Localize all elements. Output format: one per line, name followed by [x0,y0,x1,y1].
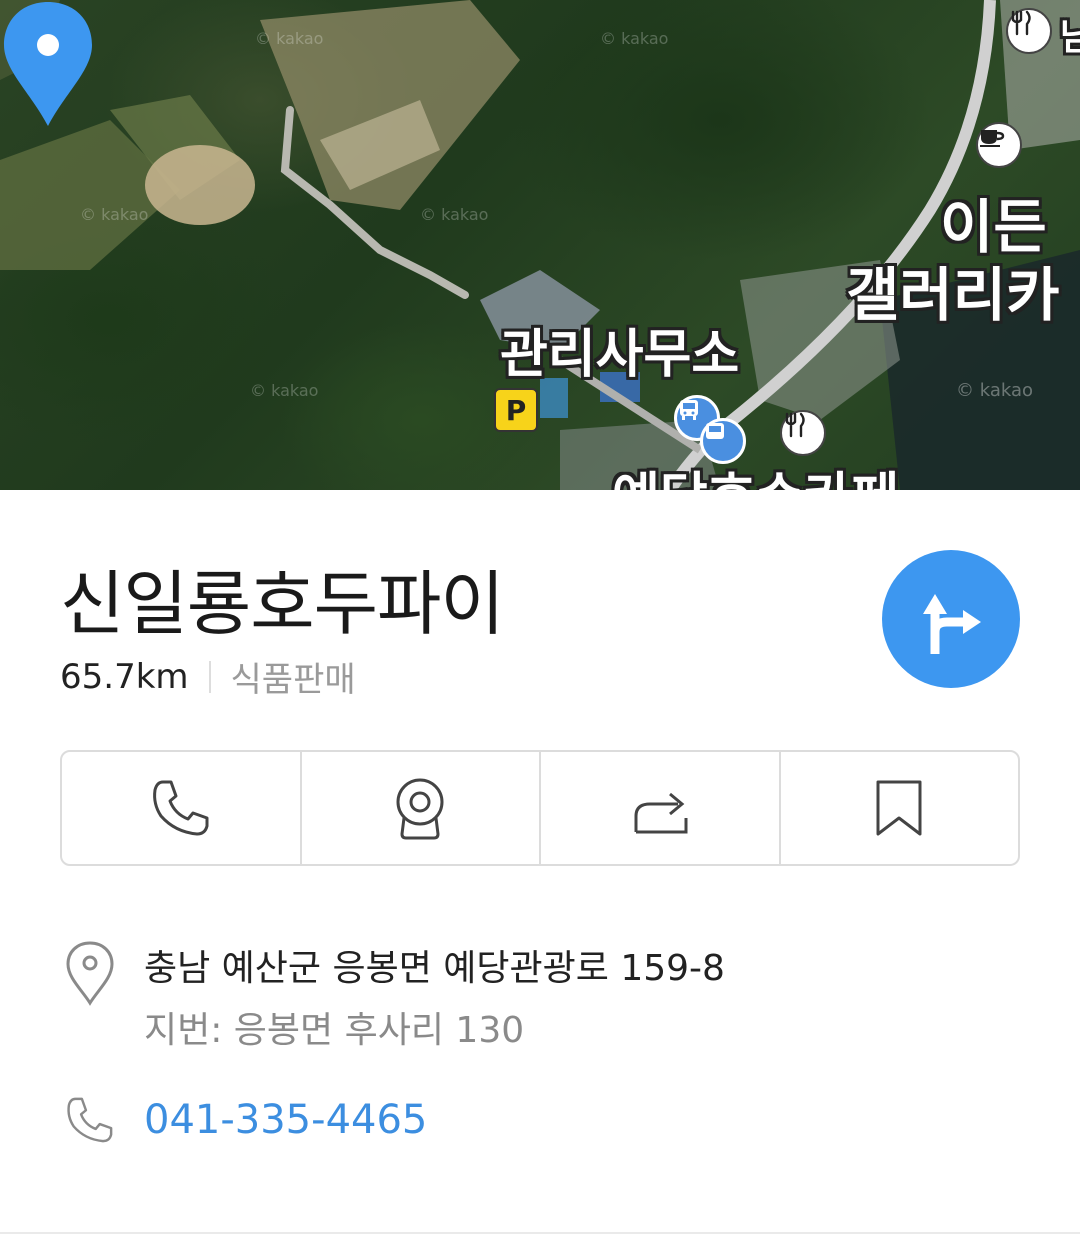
map-watermark: © kakao [600,29,668,48]
restaurant-icon[interactable] [1006,8,1052,54]
map-watermark: © kakao [255,29,323,48]
restaurant-icon[interactable] [780,410,826,456]
location-marker-icon [60,940,120,1062]
phone-number-link[interactable]: 041-335-4465 [144,1097,427,1143]
share-button[interactable] [541,752,781,864]
place-meta: 65.7km 식품판매 [60,652,356,701]
parking-icon[interactable]: P [494,388,538,432]
map-watermark: © kakao [956,380,1033,401]
map-label-office: 관리사무소 [500,325,740,385]
distance-label: 65.7km [60,656,189,697]
action-bar [60,750,1020,866]
roadview-button[interactable] [302,752,541,864]
lot-address: 지번: 응봉면 후사리 130 [144,1010,525,1051]
location-pin-icon[interactable] [0,0,96,128]
phone-icon [60,1094,120,1146]
map-watermark: © kakao [420,205,488,224]
map-label-gallery-2: 갤러리카 [846,261,1060,329]
roadview-camera-icon [396,778,444,840]
place-title: 신일룡호두파이 [60,563,505,645]
map-watermark: © kakao [250,381,318,400]
satellite-map[interactable]: © kakao © kakao © kakao © kakao © kakao … [0,0,1080,490]
phone-icon [152,780,209,836]
map-terrain: © kakao © kakao © kakao © kakao © kakao … [0,0,1080,490]
divider [0,1232,1080,1234]
call-button[interactable] [62,752,302,864]
map-label-partial: 남 [1060,17,1080,58]
phone-section: 041-335-4465 [60,1094,427,1146]
map-label-cafe-partial: 예당호수카페 [612,455,899,490]
map-watermark: © kakao [80,205,148,224]
directions-button[interactable] [882,550,1020,688]
bookmark-icon [876,780,922,836]
bookmark-button[interactable] [781,752,1019,864]
divider [208,660,211,693]
category-label: 식품판매 [230,660,356,700]
share-icon [634,792,688,834]
cafe-icon[interactable] [976,122,1022,168]
directions-icon [923,594,981,654]
address-section: 충남 예산군 응봉면 예당관광로 159-8 지번: 응봉면 후사리 130 [60,940,725,1062]
road-address[interactable]: 충남 예산군 응봉면 예당관광로 159-8 [144,938,725,1000]
